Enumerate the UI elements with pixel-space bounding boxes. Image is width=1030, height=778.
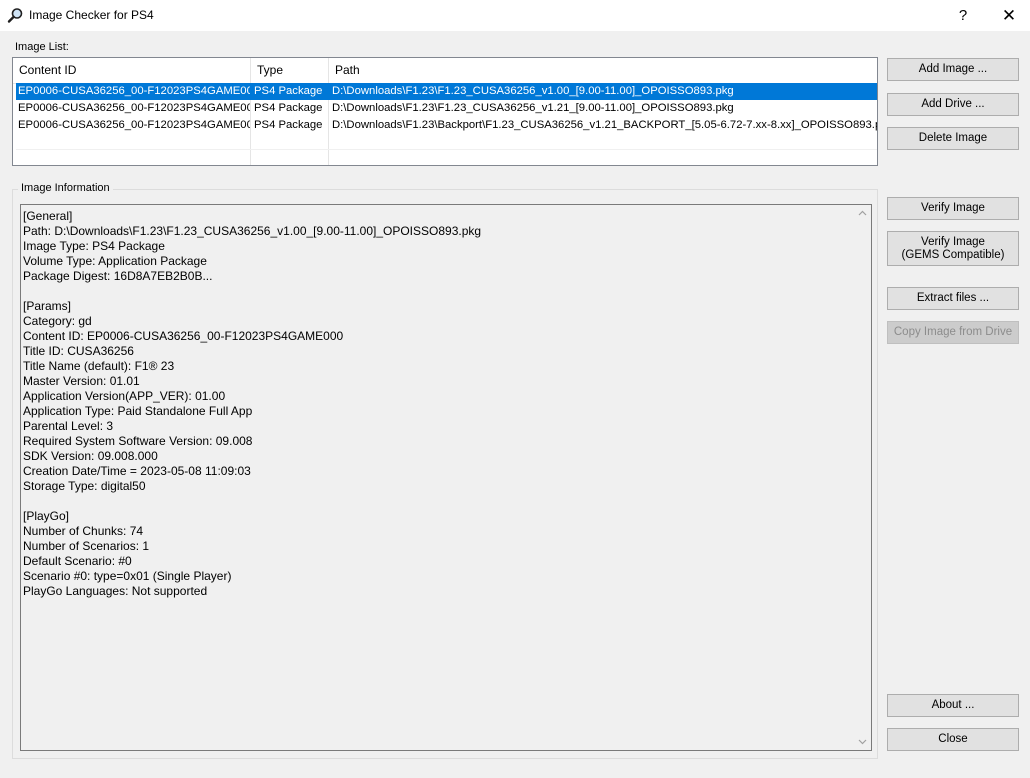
info-line: Image Type: PS4 Package <box>23 239 165 253</box>
window-close-button[interactable]: ✕ <box>986 0 1030 31</box>
image-list-label: Image List: <box>15 41 69 53</box>
image-information-text: [General] Path: D:\Downloads\F1.23\F1.23… <box>23 209 853 599</box>
info-line: Storage Type: digital50 <box>23 479 146 493</box>
info-line: Title Name (default): F1® 23 <box>23 359 175 373</box>
cell-type: PS4 Package <box>254 119 323 131</box>
column-header-path[interactable]: Path <box>329 58 877 83</box>
image-information-textbox[interactable]: [General] Path: D:\Downloads\F1.23\F1.23… <box>20 204 872 751</box>
info-line: Title ID: CUSA36256 <box>23 344 134 358</box>
delete-image-button[interactable]: Delete Image <box>887 127 1019 150</box>
add-image-button[interactable]: Add Image ... <box>887 58 1019 81</box>
column-header-type[interactable]: Type <box>251 58 329 83</box>
info-line: Parental Level: 3 <box>23 419 114 433</box>
cell-path: D:\Downloads\F1.23\F1.23_CUSA36256_v1.00… <box>332 85 734 97</box>
verify-image-gems-button[interactable]: Verify Image (GEMS Compatible) <box>887 231 1019 266</box>
cell-content-id: EP0006-CUSA36256_00-F12023PS4GAME000 <box>18 119 250 131</box>
info-line: [PlayGo] <box>23 509 70 523</box>
info-line <box>23 284 853 299</box>
info-line: Volume Type: Application Package <box>23 254 207 268</box>
help-button[interactable]: ? <box>940 0 986 31</box>
window-title: Image Checker for PS4 <box>29 8 154 22</box>
info-line: [General] <box>23 209 73 223</box>
close-button[interactable]: Close <box>887 728 1019 751</box>
cell-path: D:\Downloads\F1.23\F1.23_CUSA36256_v1.21… <box>332 102 734 114</box>
info-line: Content ID: EP0006-CUSA36256_00-F12023PS… <box>23 329 344 343</box>
info-line: Path: D:\Downloads\F1.23\F1.23_CUSA36256… <box>23 224 482 238</box>
column-header-content-id[interactable]: Content ID <box>13 58 251 83</box>
about-button[interactable]: About ... <box>887 694 1019 717</box>
chevron-up-icon[interactable] <box>854 205 871 222</box>
info-line: Scenario #0: type=0x01 (Single Player) <box>23 569 232 583</box>
info-line: Application Version(APP_VER): 01.00 <box>23 389 226 403</box>
cell-content-id: EP0006-CUSA36256_00-F12023PS4GAME000 <box>18 102 250 114</box>
image-list-header: Content ID Type Path <box>13 58 877 84</box>
table-row[interactable]: EP0006-CUSA36256_00-F12023PS4GAME000 PS4… <box>16 117 877 134</box>
cell-type: PS4 Package <box>254 85 323 97</box>
info-line: Package Digest: 16D8A7EB2B0B... <box>23 269 213 283</box>
info-line: Number of Chunks: 74 <box>23 524 144 538</box>
info-line <box>23 494 853 509</box>
info-line: Creation Date/Time = 2023-05-08 11:09:03 <box>23 464 251 478</box>
copy-image-from-drive-button: Copy Image from Drive <box>887 321 1019 344</box>
vertical-scrollbar[interactable] <box>854 205 871 750</box>
table-row[interactable]: EP0006-CUSA36256_00-F12023PS4GAME000 PS4… <box>16 100 877 117</box>
info-line: Default Scenario: #0 <box>23 554 132 568</box>
magnifier-icon <box>7 8 23 23</box>
info-line: PlayGo Languages: Not supported <box>23 584 208 598</box>
add-drive-button[interactable]: Add Drive ... <box>887 93 1019 116</box>
info-line: Application Type: Paid Standalone Full A… <box>23 404 253 418</box>
info-line: [Params] <box>23 299 72 313</box>
verify-image-button[interactable]: Verify Image <box>887 197 1019 220</box>
image-information-label: Image Information <box>18 182 113 194</box>
info-line: Master Version: 01.01 <box>23 374 140 388</box>
info-line: Category: gd <box>23 314 92 328</box>
image-list[interactable]: Content ID Type Path EP0006-CUSA36256_00… <box>12 57 878 166</box>
info-line: SDK Version: 09.008.000 <box>23 449 158 463</box>
info-line: Required System Software Version: 09.008 <box>23 434 253 448</box>
table-row[interactable]: EP0006-CUSA36256_00-F12023PS4GAME000 PS4… <box>16 83 877 100</box>
cell-path: D:\Downloads\F1.23\Backport\F1.23_CUSA36… <box>332 119 877 131</box>
title-bar: Image Checker for PS4 ? ✕ <box>0 0 1030 32</box>
cell-content-id: EP0006-CUSA36256_00-F12023PS4GAME000 <box>18 85 250 97</box>
extract-files-button[interactable]: Extract files ... <box>887 287 1019 310</box>
row-divider <box>16 149 877 150</box>
info-line: Number of Scenarios: 1 <box>23 539 150 553</box>
chevron-down-icon[interactable] <box>854 733 871 750</box>
cell-type: PS4 Package <box>254 102 323 114</box>
